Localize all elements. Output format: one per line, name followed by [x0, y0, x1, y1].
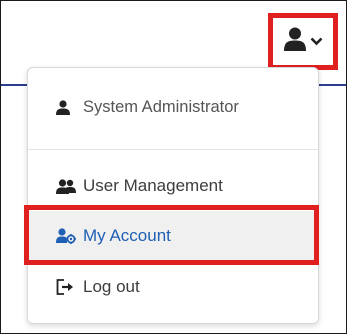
menu-divider — [28, 149, 318, 150]
menu-item-user-management[interactable]: User Management — [28, 161, 318, 211]
user-dropdown-menu: System Administrator User Management My … — [27, 67, 319, 324]
chevron-down-icon — [310, 33, 323, 51]
menu-item-log-out[interactable]: Log out — [28, 262, 318, 312]
users-icon — [56, 177, 78, 195]
user-name: System Administrator — [83, 97, 239, 116]
sign-out-icon — [56, 278, 78, 296]
menu-item-my-account[interactable]: My Account — [28, 211, 318, 261]
user-menu-toggle[interactable] — [268, 13, 338, 70]
menu-item-label: My Account — [83, 226, 171, 245]
user-gear-icon — [56, 227, 78, 245]
menu-item-label: User Management — [83, 176, 223, 195]
current-user-label: System Administrator — [28, 82, 318, 132]
user-icon — [283, 27, 306, 56]
menu-item-label: Log out — [83, 277, 140, 296]
user-icon — [56, 98, 78, 116]
